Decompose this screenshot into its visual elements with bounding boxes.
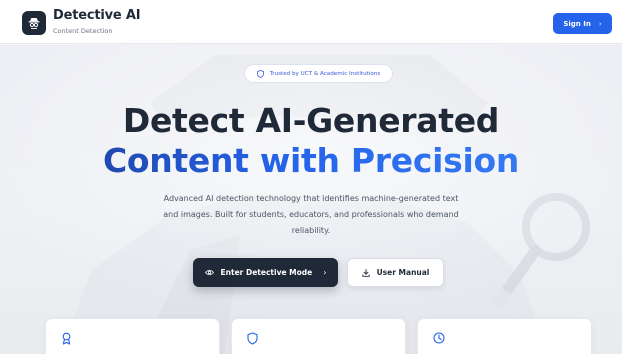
user-manual-button[interactable]: User Manual [347, 258, 444, 287]
award-icon [62, 332, 71, 345]
trusted-badge-text: Trusted by UCT & Academic Institutions [269, 70, 381, 77]
brand-subtitle: Content Detection [53, 27, 113, 35]
top-nav-bar: Detective AI Content Detection Sign In › [0, 0, 622, 44]
detective-icon [28, 18, 40, 29]
logo[interactable] [22, 11, 46, 35]
feature-card-speed[interactable] [417, 318, 592, 354]
brand-title: Detective AI [53, 8, 141, 23]
eye-icon [204, 269, 214, 276]
chevron-right-icon: › [598, 19, 602, 28]
download-icon [361, 268, 370, 277]
hero-subtitle: Advanced AI detection technology that id… [163, 194, 459, 235]
headline-line-2: Content with Precision [0, 141, 622, 181]
feature-card-security[interactable] [231, 318, 406, 354]
feature-card-accuracy[interactable] [45, 318, 220, 354]
headline-line-1: Detect AI-Generated [122, 101, 500, 140]
clock-icon [433, 332, 445, 344]
enter-detective-mode-button[interactable]: Enter Detective Mode › [193, 258, 338, 287]
chevron-right-icon: › [323, 268, 327, 277]
sign-in-label: Sign In [563, 19, 591, 28]
user-manual-label: User Manual [376, 268, 430, 277]
enter-detective-mode-label: Enter Detective Mode [220, 268, 313, 277]
trusted-badge: Trusted by UCT & Academic Institutions [244, 64, 393, 83]
sign-in-button[interactable]: Sign In › [553, 13, 612, 34]
hero-headline: Detect AI-Generated Content with Precisi… [0, 101, 622, 181]
shield-icon [256, 69, 264, 78]
shield-icon [247, 332, 258, 345]
